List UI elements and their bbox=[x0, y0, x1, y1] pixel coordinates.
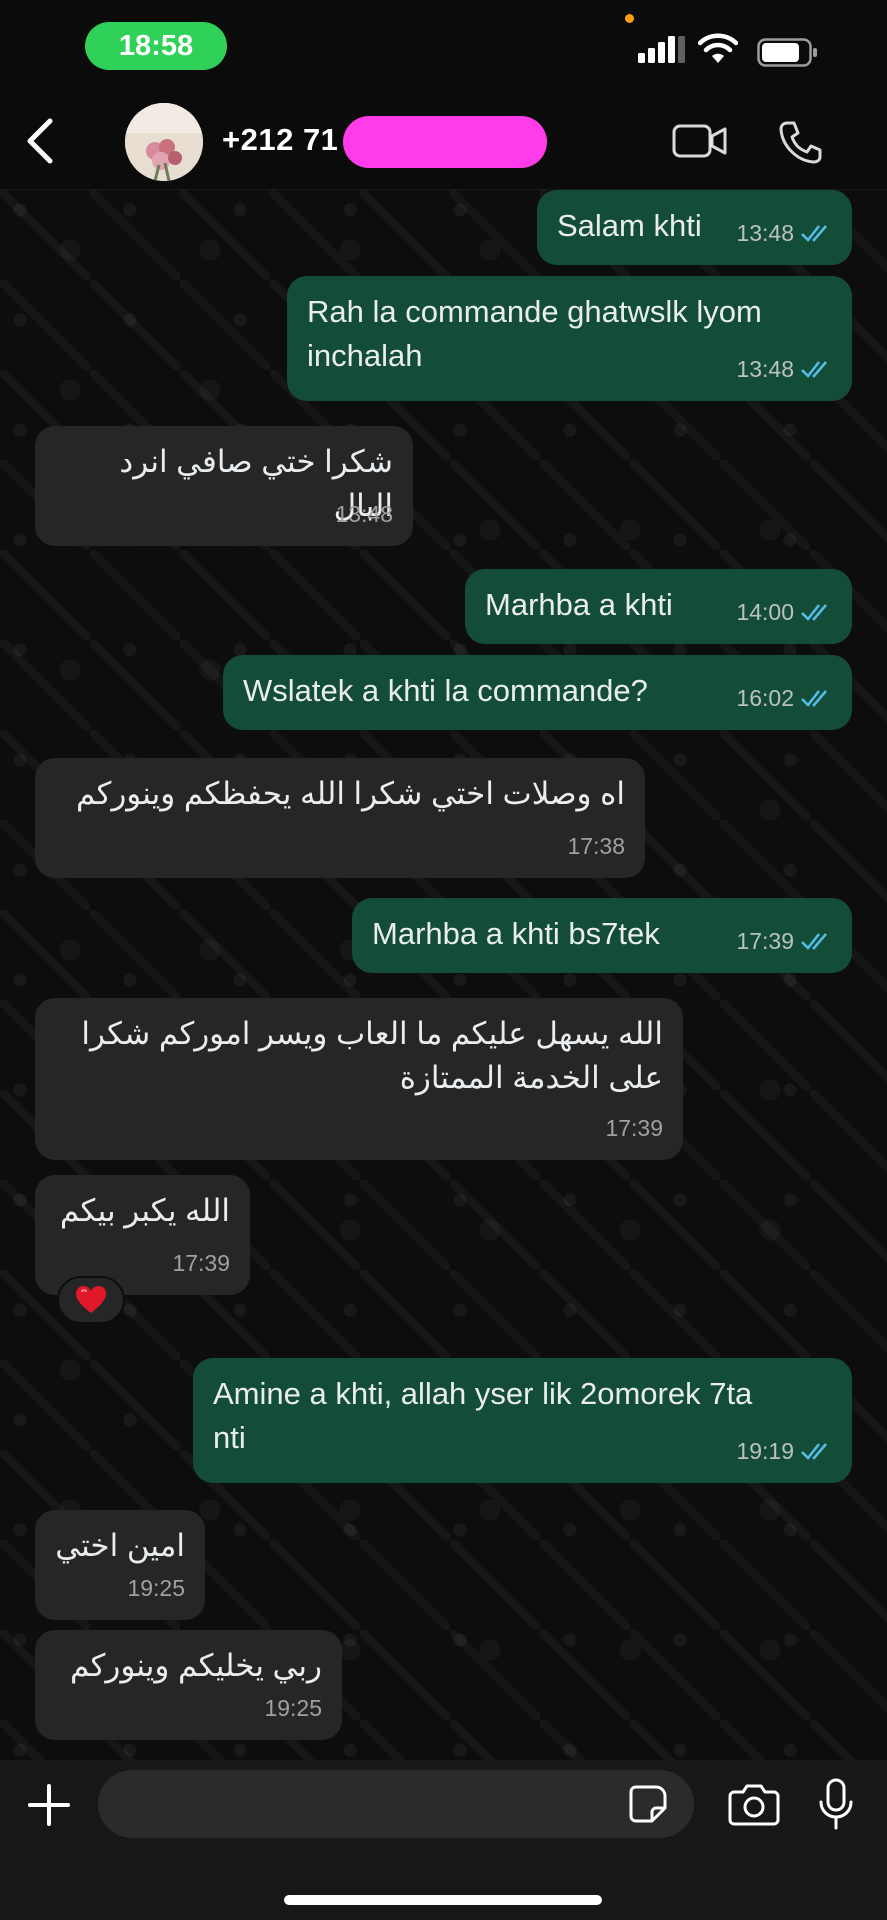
phone-call-icon[interactable] bbox=[777, 119, 823, 165]
read-ticks-icon bbox=[801, 225, 827, 242]
read-ticks-icon bbox=[801, 361, 827, 378]
privacy-indicator-dot bbox=[625, 14, 634, 23]
contact-avatar[interactable] bbox=[125, 103, 203, 181]
message-time: 17:39 bbox=[172, 1250, 230, 1276]
read-ticks-icon bbox=[801, 933, 827, 950]
message-bubble-incoming[interactable]: امين اختي 19:25 bbox=[35, 1510, 205, 1620]
contact-name[interactable]: +212 71 bbox=[222, 122, 338, 158]
message-text: الله يكبر بيكم bbox=[59, 1193, 230, 1228]
camera-icon[interactable] bbox=[728, 1782, 780, 1826]
message-bubble-incoming[interactable]: اه وصلات اختي شكرا الله يحفظكم وينوركم 1… bbox=[35, 758, 645, 878]
message-bubble-outgoing[interactable]: Marhba a khti bs7tek 17:39 bbox=[352, 898, 852, 973]
sticker-icon[interactable] bbox=[628, 1784, 668, 1824]
back-chevron-icon[interactable] bbox=[20, 115, 60, 167]
message-text: الله يسهل عليكم ما العاب ويسر اموركم شكر… bbox=[81, 1016, 663, 1095]
status-time: 18:58 bbox=[85, 22, 227, 70]
message-time: 19:25 bbox=[264, 1695, 322, 1721]
chat-messages-area[interactable]: Salam khti 13:48 Rah la commande ghatwsl… bbox=[0, 190, 887, 1760]
video-call-icon[interactable] bbox=[672, 120, 728, 162]
message-bubble-incoming[interactable]: شكرا ختي صافي انرد البال 13:48 bbox=[35, 426, 413, 546]
message-time: 19:25 bbox=[127, 1575, 185, 1601]
message-bubble-outgoing[interactable]: Marhba a khti 14:00 bbox=[465, 569, 852, 644]
message-text: ربي يخليكم وينوركم bbox=[70, 1648, 322, 1683]
message-bubble-outgoing[interactable]: Rah la commande ghatwslk lyom inchalah 1… bbox=[287, 276, 852, 401]
message-bubble-outgoing[interactable]: Wslatek a khti la commande? 16:02 bbox=[223, 655, 852, 730]
wifi-icon bbox=[698, 33, 738, 63]
heart-icon bbox=[76, 1286, 106, 1313]
message-bubble-incoming[interactable]: ربي يخليكم وينوركم 19:25 bbox=[35, 1630, 342, 1740]
message-time: 16:02 bbox=[736, 685, 794, 711]
microphone-icon[interactable] bbox=[818, 1778, 854, 1830]
battery-icon bbox=[757, 38, 817, 67]
status-bar: 18:58 bbox=[0, 0, 887, 95]
read-ticks-icon bbox=[801, 690, 827, 707]
plus-attach-icon[interactable] bbox=[26, 1782, 72, 1828]
home-indicator[interactable] bbox=[284, 1895, 602, 1905]
chat-header: +212 71 bbox=[0, 95, 887, 190]
message-bubble-outgoing[interactable]: Amine a khti, allah yser lik 2omorek 7ta… bbox=[193, 1358, 852, 1483]
read-ticks-icon bbox=[801, 1443, 827, 1460]
message-time: 17:39 bbox=[736, 928, 794, 954]
message-text: اه وصلات اختي شكرا الله يحفظكم وينوركم bbox=[75, 776, 625, 811]
message-text: امين اختي bbox=[55, 1528, 185, 1563]
redaction-overlay bbox=[343, 116, 547, 168]
message-time: 13:48 bbox=[736, 356, 794, 382]
message-time: 13:48 bbox=[335, 501, 393, 527]
cellular-signal-icon bbox=[638, 36, 685, 63]
read-ticks-icon bbox=[801, 604, 827, 621]
message-input[interactable] bbox=[98, 1770, 694, 1838]
heart-reaction-badge[interactable] bbox=[57, 1276, 125, 1324]
message-bubble-incoming[interactable]: الله يكبر بيكم 17:39 bbox=[35, 1175, 250, 1295]
message-time: 19:19 bbox=[736, 1438, 794, 1464]
message-time: 17:38 bbox=[567, 833, 625, 859]
message-time: 14:00 bbox=[736, 599, 794, 625]
message-bubble-outgoing[interactable]: Salam khti 13:48 bbox=[537, 190, 852, 265]
message-bubble-incoming[interactable]: الله يسهل عليكم ما العاب ويسر اموركم شكر… bbox=[35, 998, 683, 1160]
message-time: 17:39 bbox=[605, 1115, 663, 1141]
message-time: 13:48 bbox=[736, 220, 794, 246]
